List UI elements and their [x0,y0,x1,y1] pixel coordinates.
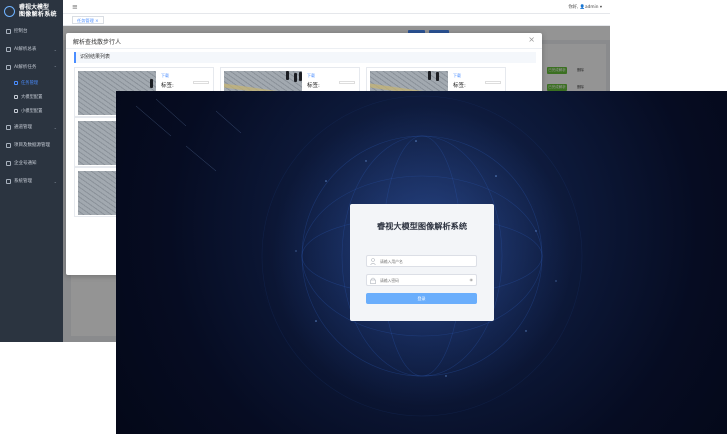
result-card [74,167,122,217]
sidebar-item-ai-summary[interactable]: AI解析总表 ⌄ [0,40,63,58]
sidebar-item-notifications[interactable]: 企业号通知 [0,154,63,172]
password-input[interactable] [380,275,470,286]
sidebar-item-channels[interactable]: 通道管理 ⌄ [0,118,63,136]
password-field[interactable]: ◉ [366,274,477,286]
chevron-up-icon: ⌃ [53,64,57,70]
model-icon [14,95,18,99]
chevron-down-icon: ⌄ [53,178,57,184]
login-window: 睿视大模型图像解析系统 ◉ 登录 [116,91,727,434]
table-icon [6,46,11,52]
sidebar-item-dashboard[interactable]: 控制台 [0,22,63,40]
tag-label: 标签: [307,83,320,89]
result-image[interactable] [78,171,116,215]
dialog-title: 解析查找散步行人 [73,39,122,46]
brand: 睿视大模型 图像解析系统 [0,0,63,22]
brand-title-line2: 图像解析系统 [19,11,57,18]
brand-title-line1: 睿视大模型 [19,4,50,11]
model-icon [14,109,18,113]
sidebar-item-system[interactable]: 系统管理 ⌄ [0,172,63,190]
eye-icon[interactable]: ◉ [470,277,474,282]
tag-label: 标签: [161,83,174,89]
section-title: 识别结果列表 [74,52,536,63]
chevron-down-icon: ⌄ [53,46,57,52]
result-card [74,117,122,167]
login-button[interactable]: 登录 [366,293,477,304]
sidebar-item-projects[interactable]: 项目及数据源管理 [0,136,63,154]
result-image[interactable] [78,121,116,165]
lock-icon [370,277,376,284]
username-input[interactable] [380,256,470,267]
chevron-down-icon: ⌄ [53,124,57,130]
user-icon [370,258,376,265]
tag-field [485,81,501,84]
tag-field [193,81,209,84]
task-icon [6,64,11,70]
logo-icon [4,5,15,17]
gear-icon [6,178,11,184]
bell-icon [6,160,11,166]
list-icon [14,81,18,85]
sidebar-item-ai-tasks[interactable]: AI解析任务 ⌃ [0,58,63,76]
login-panel: 睿视大模型图像解析系统 ◉ 登录 [350,204,494,321]
tab-task-management[interactable]: 任务管理 × [72,16,104,24]
user-menu[interactable]: 你好, 👤admin ▾ [568,4,602,10]
close-icon[interactable]: × [528,35,535,44]
username-field[interactable] [366,255,477,267]
download-link[interactable]: 下载 [307,73,320,79]
sidebar-item-large-model[interactable]: 大模型配置 [0,90,63,104]
top-bar: ≡ 你好, 👤admin ▾ [63,0,610,14]
download-link[interactable]: 下载 [453,73,466,79]
login-title: 睿视大模型图像解析系统 [376,221,468,231]
download-link[interactable]: 下载 [161,73,174,79]
tab-bar: 任务管理 × [63,14,610,26]
channel-icon [6,124,11,130]
folder-icon [6,142,11,148]
sidebar: 睿视大模型 图像解析系统 控制台 AI解析总表 ⌄ AI解析任务 ⌃ 任务管理 … [0,0,63,342]
tag-field [339,81,355,84]
dashboard-icon [6,28,11,34]
sidebar-item-task-management[interactable]: 任务管理 [0,76,63,90]
sidebar-item-small-model[interactable]: 小模型配置 [0,104,63,118]
tag-label: 标签: [453,83,466,89]
hamburger-icon[interactable]: ≡ [72,3,78,11]
